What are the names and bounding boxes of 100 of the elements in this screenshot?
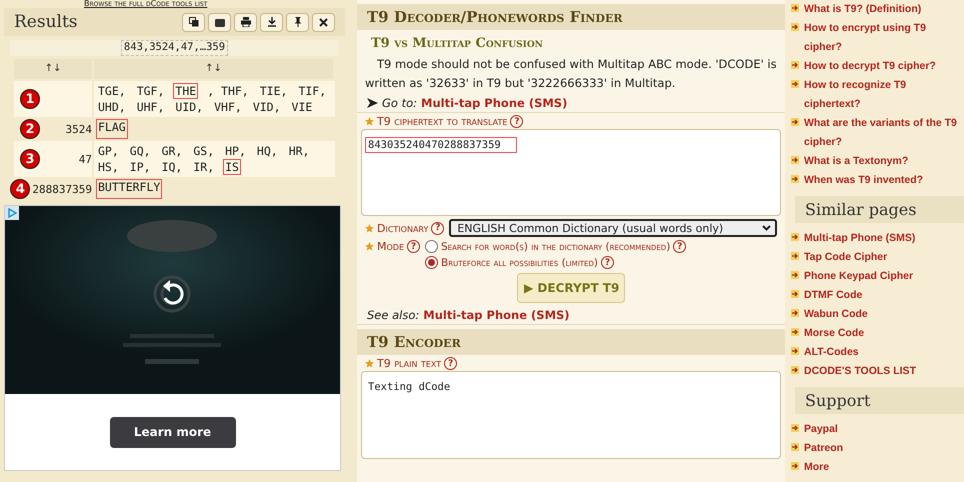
arrow-bullet-icon (791, 23, 799, 31)
chevron-down-icon (762, 225, 771, 231)
ciphertext-field[interactable]: 843035240470288837359 (361, 129, 781, 216)
sidebar-heading: Support (795, 387, 964, 414)
sidebar-link[interactable]: Phone Keypad Cipher (791, 267, 964, 286)
close-button[interactable] (312, 12, 335, 32)
annotation-marker: 2 (20, 119, 40, 139)
help-button[interactable]: ? (600, 256, 614, 269)
help-button[interactable]: ? (431, 222, 444, 234)
results-title: Results (14, 12, 78, 32)
arrow-bullet-icon (791, 347, 799, 355)
candidate-word: TGF, (136, 83, 166, 99)
dictionary-select[interactable]: ENGLISH Common Dictionary (usual words only) (449, 219, 777, 237)
candidate-word: HQ, (256, 143, 279, 159)
annotation-marker: 1 (20, 89, 40, 109)
arrow-bullet-icon (791, 156, 799, 164)
candidate-word: IQ, (160, 159, 184, 175)
arrow-bullet-icon (791, 309, 799, 317)
goto-link[interactable]: Multi-tap Phone (SMS) (421, 96, 568, 110)
arrow-bullet-icon (791, 328, 799, 336)
highlighted-word: IS (223, 159, 241, 175)
arrow-bullet-icon (791, 4, 799, 12)
arrow-bullet-icon (791, 118, 799, 126)
arrow-bullet-icon (791, 462, 799, 470)
copy-icon (188, 17, 198, 27)
candidate-word: , THF, (206, 83, 250, 99)
arrow-bullet-icon (791, 61, 799, 69)
arrow-bullet-icon (791, 424, 799, 432)
copy-button[interactable] (182, 12, 205, 32)
candidate-word: GS, (192, 143, 216, 159)
field-value: 843035240470288837359 (365, 137, 517, 153)
candidate-word: VID, (252, 99, 282, 115)
radio-label: Bruteforce all possibilities (limited) (441, 256, 598, 268)
download-icon (266, 17, 276, 27)
star-icon (365, 242, 374, 251)
sidebar-link[interactable]: Morse Code (791, 324, 964, 343)
candidate-word: UID, (174, 99, 204, 115)
sidebar-heading: Similar pages (795, 196, 964, 223)
star-icon (365, 359, 374, 368)
arrow-bullet-icon (791, 80, 799, 88)
field-label: Dictionary (377, 222, 428, 234)
sidebar-link[interactable]: DTMF Code (791, 286, 964, 305)
help-button[interactable]: ? (407, 240, 420, 253)
candidate-word: VIE (290, 99, 314, 115)
learn-more-button[interactable]: Learn more (110, 416, 236, 448)
sidebar-link[interactable]: Patreon (791, 439, 964, 458)
arrow-bullet-icon (791, 175, 799, 183)
see-also-link[interactable]: Multi-tap Phone (SMS) (423, 308, 570, 322)
plaintext-field[interactable]: Texting dCode (361, 371, 781, 459)
candidate-word: VHF, (213, 99, 243, 115)
radio-button[interactable] (425, 240, 438, 253)
highlighted-word: FLAG (96, 119, 128, 139)
annotation-marker: 4 (10, 179, 30, 199)
candidate-word: GQ, (128, 143, 152, 159)
sidebar-link[interactable]: Multi-tap Phone (SMS) (791, 229, 964, 248)
help-button[interactable]: ? (444, 357, 458, 370)
highlighted-word: THE (173, 83, 198, 99)
faq-link[interactable]: What is T9? (Definition) (791, 0, 964, 19)
annotation-marker: 3 (20, 149, 40, 169)
pin-icon (292, 17, 302, 27)
sidebar-link[interactable]: Tap Code Cipher (791, 248, 964, 267)
download-button[interactable] (260, 12, 283, 32)
arrow-bullet-icon (791, 290, 799, 298)
digit-group: 3524 (66, 122, 92, 136)
see-also-label: See also: (367, 308, 420, 322)
faq-link[interactable]: What are the variants of the T9 cipher? (791, 114, 964, 152)
screenshot-button[interactable] (208, 12, 231, 32)
sidebar-link[interactable]: ALT-Codes (791, 343, 964, 362)
goto-label: Go to: (382, 96, 418, 110)
results-summary: 843,3524,47,…359 (120, 40, 228, 56)
print-icon (240, 17, 250, 27)
candidate-word: IR, (192, 159, 216, 175)
digit-group: 288837359 (32, 182, 92, 196)
decrypt-button[interactable]: ▶ DECRYPT T9 (517, 273, 625, 303)
faq-link[interactable]: How to recognize T9 ciphertext? (791, 76, 964, 114)
tools-list-link[interactable]: Browse the full dCode tools list (84, 0, 345, 8)
sidebar-link[interactable]: More (791, 458, 964, 477)
sort-header[interactable]: ↑↓ (94, 59, 333, 79)
candidate-word: HS, (97, 159, 120, 175)
arrowhead-icon (367, 98, 378, 108)
sidebar-link[interactable]: Wabun Code (791, 305, 964, 324)
candidate-word: UHF, (136, 99, 166, 115)
section-title: T9 Encoder (357, 329, 785, 355)
sidebar-link[interactable]: Paypal (791, 420, 964, 439)
sidebar-link[interactable]: DCODE'S TOOLS LIST (791, 362, 964, 381)
faq-link[interactable]: How to encrypt using T9 cipher? (791, 19, 964, 57)
digit-group: 47 (78, 152, 92, 166)
paragraph: T9 mode should not be confused with Multitap ABC mode. 'DCODE' is written as '32633' in T9 but '3222666333' in Multitap. (365, 56, 777, 92)
radio-button[interactable] (425, 256, 438, 269)
faq-link[interactable]: What is a Textonym? (791, 152, 964, 171)
print-button[interactable] (234, 12, 257, 32)
candidate-word: TIE, (258, 83, 288, 99)
help-button[interactable]: ? (673, 240, 686, 253)
help-button[interactable]: ? (510, 115, 524, 128)
arrow-bullet-icon (791, 271, 799, 279)
faq-link[interactable]: How to decrypt T9 cipher? (791, 57, 964, 76)
faq-link[interactable]: When was T9 invented? (791, 171, 964, 190)
radio-label: Search for word(s) in the dictionary (recommended) (441, 240, 670, 252)
pin-button[interactable] (286, 12, 309, 32)
sort-header[interactable]: ↑↓ (14, 59, 92, 79)
